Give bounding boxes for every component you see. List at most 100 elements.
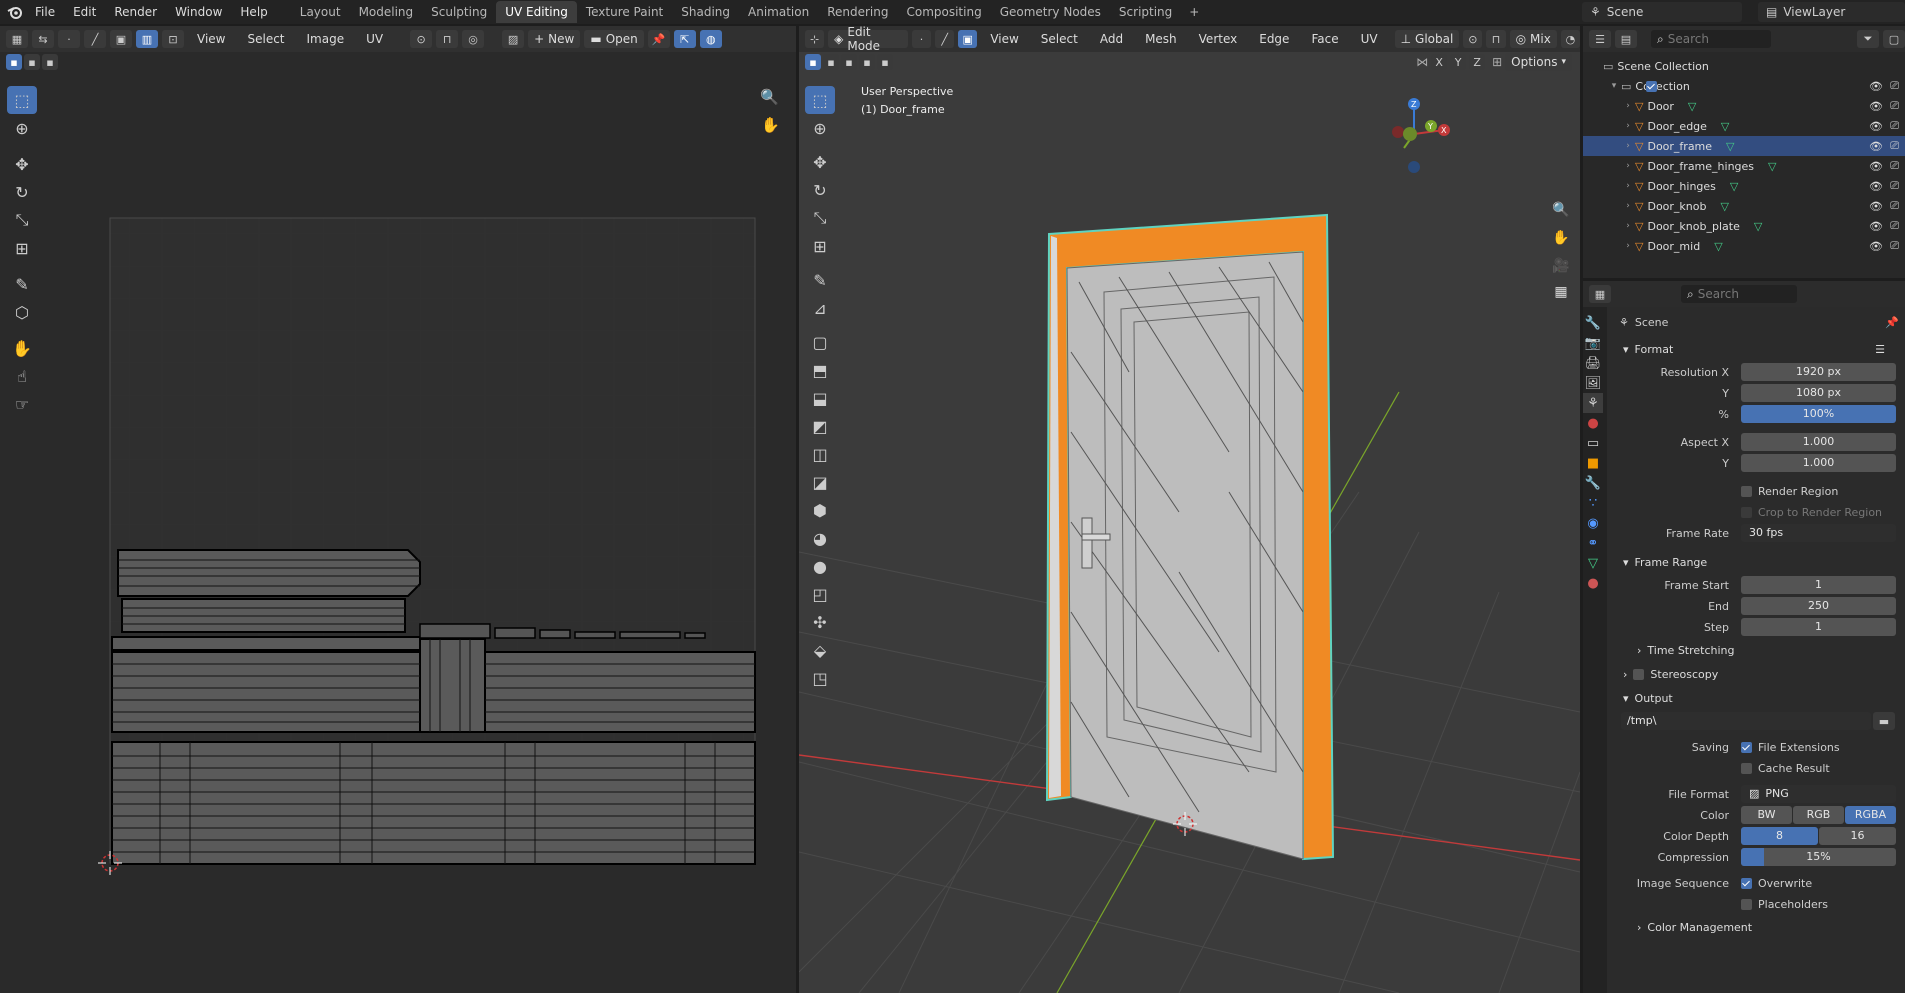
tab-compositing[interactable]: Compositing bbox=[897, 1, 990, 23]
outliner-object-row[interactable]: › ▽ Door_edge ▽ 👁 ⎚ bbox=[1583, 116, 1905, 136]
scene-selector[interactable]: ⚘ Scene bbox=[1582, 2, 1742, 22]
view-layer-tab-icon[interactable]: 🖼 bbox=[1583, 373, 1603, 393]
gizmo-icon[interactable]: ⇱ bbox=[673, 30, 696, 48]
tab-texture-paint[interactable]: Texture Paint bbox=[577, 1, 672, 23]
mirror-z-button[interactable]: Z bbox=[1469, 54, 1486, 70]
cache-result-checkbox[interactable] bbox=[1741, 762, 1752, 774]
overlay-icon[interactable]: ◍ bbox=[699, 30, 722, 48]
scene-collection-row[interactable]: ▭ Scene Collection bbox=[1583, 56, 1905, 76]
pin-context-icon[interactable]: 📌 bbox=[1885, 316, 1899, 329]
camera-icon[interactable]: ⎚ bbox=[1890, 119, 1899, 133]
frame-range-panel-header[interactable]: ▾ Frame Range bbox=[1611, 550, 1905, 574]
time-stretching-header[interactable]: › Time Stretching bbox=[1611, 638, 1905, 662]
aspect-x-field[interactable]: 1.000 bbox=[1741, 433, 1896, 451]
object-tab-icon[interactable]: ■ bbox=[1583, 453, 1603, 473]
mesh-data-icon[interactable]: ▽ bbox=[1714, 240, 1722, 253]
tab-geometry-nodes[interactable]: Geometry Nodes bbox=[991, 1, 1110, 23]
file-extensions-checkbox[interactable] bbox=[1741, 741, 1752, 753]
expand-icon[interactable]: › bbox=[1621, 181, 1635, 191]
outliner-object-row[interactable]: › ▽ Door_mid ▽ 👁 ⎚ bbox=[1583, 236, 1905, 256]
vp-select-subtract-icon[interactable]: ▪ bbox=[841, 54, 857, 70]
uv-menu-select[interactable]: Select bbox=[238, 32, 293, 46]
uv-canvas[interactable] bbox=[0, 72, 796, 993]
face-select-icon[interactable]: ▣ bbox=[110, 30, 132, 48]
vp-measure-tool-icon[interactable]: ⊿ bbox=[805, 294, 835, 322]
mesh-data-icon[interactable]: ▽ bbox=[1720, 200, 1728, 213]
uv-menu-uv[interactable]: UV bbox=[357, 32, 392, 46]
folder-browse-icon[interactable]: ▬ bbox=[1873, 712, 1895, 730]
stereoscopy-checkbox[interactable] bbox=[1633, 668, 1645, 680]
smooth-tool-icon[interactable]: ● bbox=[805, 552, 835, 580]
blender-logo-icon[interactable] bbox=[4, 0, 26, 24]
vp-select-invert-icon[interactable]: ▪ bbox=[859, 54, 875, 70]
eye-icon[interactable]: 👁 bbox=[1869, 140, 1883, 153]
eye-icon[interactable]: 👁 bbox=[1869, 240, 1883, 253]
expand-icon[interactable]: › bbox=[1621, 141, 1635, 151]
vp-transform-tool-icon[interactable]: ⊞ bbox=[805, 232, 835, 260]
placeholders-checkbox[interactable] bbox=[1741, 898, 1752, 910]
viewport-editor-type-icon[interactable]: ⊹ bbox=[805, 30, 825, 48]
open-image-button[interactable]: ▬ Open bbox=[584, 30, 644, 48]
pivot-icon[interactable]: ⊙ bbox=[410, 30, 433, 48]
face-mode-icon[interactable]: ▣ bbox=[958, 30, 978, 48]
crop-checkbox[interactable] bbox=[1741, 506, 1752, 518]
vp-select-extend-icon[interactable]: ▪ bbox=[823, 54, 839, 70]
vp-zoom-icon[interactable]: 🔍 bbox=[1547, 202, 1575, 218]
modifier-tab-icon[interactable]: 🔧 bbox=[1583, 473, 1603, 493]
proportional-edit-icon[interactable]: ◎ bbox=[462, 30, 485, 48]
rip-region-tool-icon[interactable]: ◳ bbox=[805, 664, 835, 692]
stereoscopy-panel-header[interactable]: › Stereoscopy bbox=[1611, 662, 1905, 686]
options-button[interactable]: Options ▾ bbox=[1505, 53, 1572, 71]
collapse-icon[interactable]: ▾ bbox=[1607, 81, 1621, 91]
overwrite-checkbox[interactable] bbox=[1741, 877, 1752, 889]
tab-scripting[interactable]: Scripting bbox=[1110, 1, 1181, 23]
ortho-toggle-icon[interactable]: ▦ bbox=[1547, 284, 1575, 300]
vp-cursor-tool-icon[interactable]: ⊕ bbox=[805, 114, 835, 142]
camera-icon[interactable]: ⎚ bbox=[1890, 99, 1899, 113]
bevel-tool-icon[interactable]: ◩ bbox=[805, 412, 835, 440]
compression-slider[interactable]: 15% bbox=[1741, 848, 1896, 866]
eye-icon[interactable]: 👁 bbox=[1869, 160, 1883, 173]
format-panel-header[interactable]: ▾ Format ☰ bbox=[1611, 337, 1905, 361]
collection-row[interactable]: ▾ ▭ Collection 👁 ⎚ bbox=[1583, 76, 1905, 96]
tab-shading[interactable]: Shading bbox=[672, 1, 739, 23]
vp-menu-view[interactable]: View bbox=[981, 32, 1027, 46]
menu-edit[interactable]: Edit bbox=[64, 5, 105, 19]
tool-tab-icon[interactable]: 🔧 bbox=[1583, 313, 1603, 333]
output-panel-header[interactable]: ▾ Output bbox=[1611, 686, 1905, 710]
expand-icon[interactable]: › bbox=[1621, 101, 1635, 111]
outliner-search-input[interactable]: ⌕ Search bbox=[1651, 30, 1771, 48]
vp-pan-icon[interactable]: ✋ bbox=[1547, 230, 1575, 246]
scene-tab-icon[interactable]: ⚘ bbox=[1583, 393, 1603, 413]
vp-menu-select[interactable]: Select bbox=[1032, 32, 1087, 46]
outliner-object-row[interactable]: › ▽ Door_hinges ▽ 👁 ⎚ bbox=[1583, 176, 1905, 196]
loop-cut-tool-icon[interactable]: ◫ bbox=[805, 440, 835, 468]
collection-tab-icon[interactable]: ▭ bbox=[1583, 433, 1603, 453]
snap-magnet-icon[interactable]: ⊓ bbox=[1486, 30, 1506, 48]
vp-select-box-tool-icon[interactable]: ⬚ bbox=[805, 86, 835, 114]
navigation-gizmo[interactable]: Z X Y bbox=[1359, 86, 1469, 196]
eye-icon[interactable]: 👁 bbox=[1869, 120, 1883, 133]
res-y-field[interactable]: 1080 px bbox=[1741, 384, 1896, 402]
outliner-object-row[interactable]: › ▽ Door_frame ▽ 👁 ⎚ bbox=[1583, 136, 1905, 156]
properties-type-icon[interactable]: ▦ bbox=[1589, 285, 1611, 303]
outliner-type-icon[interactable]: ☰ bbox=[1589, 30, 1611, 48]
camera-icon[interactable]: ⎚ bbox=[1890, 79, 1899, 93]
camera-icon[interactable]: ⎚ bbox=[1890, 219, 1899, 233]
add-workspace-icon[interactable]: + bbox=[1181, 5, 1207, 19]
tab-layout[interactable]: Layout bbox=[291, 1, 350, 23]
crop-row[interactable]: Crop to Render Region bbox=[1611, 502, 1905, 522]
camera-icon[interactable]: ⎚ bbox=[1890, 199, 1899, 213]
color-management-header[interactable]: › Color Management bbox=[1611, 915, 1905, 939]
expand-icon[interactable]: › bbox=[1621, 121, 1635, 131]
eye-icon[interactable]: 👁 bbox=[1869, 100, 1883, 113]
render-tab-icon[interactable]: 📷 bbox=[1583, 333, 1603, 353]
uv-menu-view[interactable]: View bbox=[188, 32, 234, 46]
sticky-mode-icon[interactable]: ⊡ bbox=[162, 30, 184, 48]
depth-8-button[interactable]: 8 bbox=[1741, 827, 1818, 845]
output-path-field[interactable]: /tmp\ bbox=[1621, 712, 1871, 730]
frame-step-field[interactable]: 1 bbox=[1741, 618, 1896, 636]
mode-selector[interactable]: ◈ Edit Mode bbox=[828, 25, 908, 53]
outliner-object-row[interactable]: › ▽ Door_knob_plate ▽ 👁 ⎚ bbox=[1583, 216, 1905, 236]
camera-view-icon[interactable]: 🎥 bbox=[1547, 258, 1575, 274]
